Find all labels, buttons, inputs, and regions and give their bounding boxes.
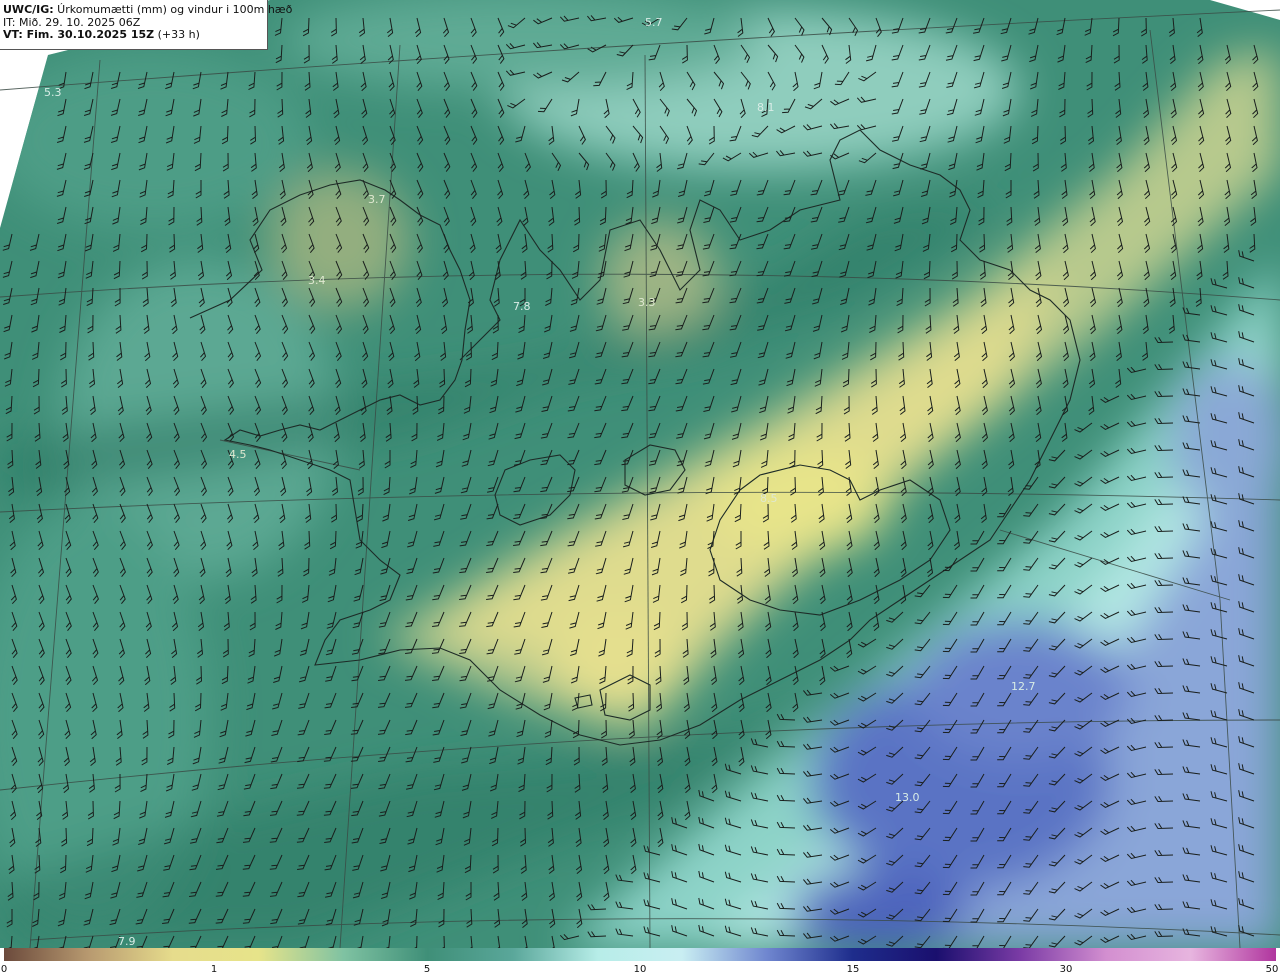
product-title: UWC/IG: Úrkomumætti (mm) og vindur i 100… bbox=[3, 3, 293, 16]
map-value-label: 5.7 bbox=[645, 16, 663, 29]
colorbar-tick: 10 bbox=[633, 964, 647, 975]
map-value-label: 3.4 bbox=[308, 274, 326, 287]
map-value-label: 3.7 bbox=[368, 193, 386, 206]
valid-time: VT: Fim. 30.10.2025 15Z (+33 h) bbox=[3, 28, 200, 41]
map-info-box: UWC/IG: Úrkomumætti (mm) og vindur i 100… bbox=[0, 0, 293, 50]
map-value-label: 8.5 bbox=[760, 492, 778, 505]
colorbar-tick: 30 bbox=[1059, 964, 1073, 975]
colorbar-legend: 0 1 5 10 15 30 50 bbox=[0, 948, 1280, 978]
map-canvas bbox=[0, 0, 1280, 948]
colorbar-tick: 15 bbox=[846, 964, 860, 975]
colorbar-tick: 0 bbox=[0, 964, 8, 975]
map-value-label: 5.3 bbox=[44, 86, 62, 99]
map-value-label: 3.3 bbox=[638, 296, 656, 309]
weather-map: 5.7 5.3 8.1 3.7 3.4 7.8 3.3 4.5 8.5 12.7… bbox=[0, 0, 1280, 948]
map-value-label: 12.7 bbox=[1011, 680, 1036, 693]
precipitation-field bbox=[0, 0, 1280, 948]
colorbar-tick: 1 bbox=[210, 964, 218, 975]
map-value-label: 7.9 bbox=[118, 935, 136, 948]
colorbar-tick: 5 bbox=[423, 964, 431, 975]
map-value-label: 7.8 bbox=[513, 300, 531, 313]
map-value-label: 8.1 bbox=[757, 101, 775, 114]
map-value-label: 4.5 bbox=[229, 448, 247, 461]
colorbar-tick: 50 bbox=[1265, 964, 1279, 975]
colorbar-strip bbox=[4, 948, 1276, 961]
map-value-label: 13.0 bbox=[895, 791, 920, 804]
